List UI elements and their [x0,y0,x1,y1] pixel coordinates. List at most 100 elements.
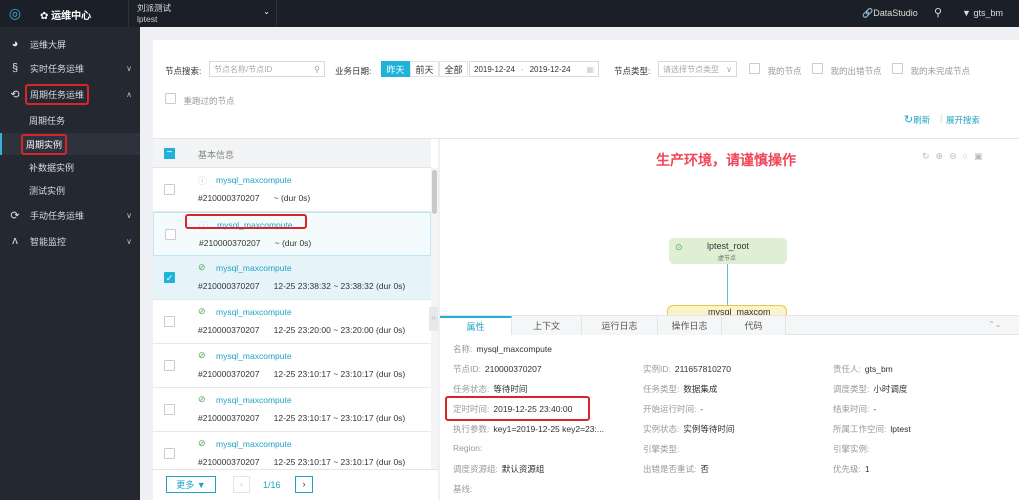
instance-name-link[interactable]: mysql_maxcompute [216,439,292,449]
detail-field: 实例状态: 实例等待时间 [643,423,734,435]
wrench-icon[interactable]: ⚲ [934,6,942,19]
sidebar-item-manual[interactable]: ⟳ 手动任务运维 ∨ [0,204,140,226]
sidebar-item-backfill-instance[interactable]: 补数据实例 [0,156,140,178]
zoom-out-icon[interactable]: ⊖ [949,151,963,161]
detail-field: 引擎实例: [833,443,873,455]
tab-code[interactable]: 代码 [722,316,786,335]
tab-run-log[interactable]: 运行日志 [582,316,658,335]
success-icon: ⊘ [198,394,206,404]
instance-name-link[interactable]: mysql_maxcompute [216,395,292,405]
table-row[interactable]: ✓ ⊘ mysql_maxcompute #210000370207 12-25… [153,256,431,300]
my-error-nodes-checkbox[interactable]: 我的出错节点 [812,63,882,77]
list-scrollbar[interactable] [431,168,438,500]
field-label: 优先级: [833,464,861,474]
graph-node-root[interactable]: ⊙ lptest_root 虚节点 [669,238,787,264]
chevron-down-icon: ∨ [126,63,132,73]
field-label: 调度资源组: [453,464,498,474]
detail-field: Region: [453,443,486,453]
table-row[interactable]: ⓘ mysql_maxcompute #210000370207 ~ (dur … [153,212,431,256]
logo-icon[interactable]: ◎ [0,0,30,27]
edge [727,264,728,306]
field-label: 任务类型: [643,384,680,394]
filter-panel: 节点搜索: 节点名称/节点ID ⚲ 业务日期: 昨天 前天 全部 2019-12-… [153,40,1019,139]
list-footer: 更多 ▼ ‹ 1/16 › [153,469,438,500]
row-checkbox[interactable] [164,404,175,415]
row-checkbox[interactable]: ✓ [164,272,175,283]
table-row[interactable]: ⊘ mysql_maxcompute #210000370207 12-25 2… [153,344,431,388]
highlight-box [185,214,307,229]
sidebar-item-realtime[interactable]: § 实时任务运维 ∨ [0,57,140,79]
table-row[interactable]: ⊘ mysql_maxcompute #210000370207 12-25 2… [153,388,431,432]
sidebar-item-cycle-instance[interactable]: 周期实例 [0,133,140,155]
my-unfinished-nodes-checkbox[interactable]: 我的未完成节点 [892,63,970,77]
user-name: gts_bm [973,8,1003,18]
page-indicator: 1/16 [263,480,281,490]
more-button[interactable]: 更多 ▼ [166,476,216,493]
fullscreen-icon[interactable]: ▣ [974,151,989,161]
panel-resize-handle[interactable]: ‹› [429,307,438,331]
pie-chart-icon: ◕ [11,38,19,50]
tab-properties[interactable]: 属性 [440,316,512,335]
success-icon: ⊘ [198,438,206,448]
search-icon[interactable]: ○ [963,151,974,161]
instance-name-link[interactable]: mysql_maxcompute [216,175,292,185]
field-label: 结束时间: [833,404,870,414]
expand-search-link[interactable]: 展开搜索 [946,114,980,126]
sidebar-item-test-instance[interactable]: 测试实例 [0,179,140,201]
field-label: Region: [453,443,483,453]
rerun-nodes-checkbox[interactable]: 重跑过的节点 [165,93,235,107]
tab-operation-log[interactable]: 操作日志 [658,316,722,335]
sidebar-item-monitor[interactable]: ʌ 智能监控 ∨ [0,230,140,252]
row-checkbox[interactable] [164,360,175,371]
prev-page-button[interactable]: ‹ [233,476,250,493]
field-value: key1=2019-12-25 key2=23:... [493,424,604,434]
node-type-select[interactable]: 请选择节点类型 ∨ [658,61,737,77]
monitor-icon: ʌ [12,235,18,247]
refresh-button[interactable]: ↻刷新 [904,113,930,126]
refresh-icon: ↻ [904,114,914,126]
detail-field: 任务类型: 数据集成 [643,383,717,395]
user-menu[interactable]: ▼ gts_bm [962,8,1003,18]
field-value: 211657810270 [674,364,731,374]
field-value: 否 [700,464,709,474]
next-page-button[interactable]: › [295,476,313,493]
date-yesterday-button[interactable]: 昨天 [381,61,410,77]
datastudio-link[interactable]: 🔗DataStudio [862,8,918,19]
detail-field: 执行参数: key1=2019-12-25 key2=23:... [453,423,604,435]
refresh-icon[interactable]: ↻ [922,151,936,161]
row-checkbox[interactable] [164,316,175,327]
field-value: 等待时间 [493,384,528,394]
instance-list: − 基本信息 ⓘ mysql_maxcompute #210000370207 … [153,139,438,500]
instance-info: #210000370207 12-25 23:10:17 ~ 23:10:17 … [198,457,406,467]
sidebar: ◕ 运维大屏 § 实时任务运维 ∨ ⟲ 周期任务运维 ∧ 周期任务 周期实例 补数据实例 … [0,27,140,500]
table-row[interactable]: ⊘ mysql_maxcompute #210000370207 12-25 2… [153,300,431,344]
instance-name-link[interactable]: mysql_maxcompute [216,307,292,317]
date-range-input[interactable]: 2019-12-24-2019-12-24 ▦ [469,61,599,77]
project-selector[interactable]: 刘派测试 lptest ⌄ [128,0,277,27]
row-checkbox[interactable] [164,184,175,195]
divider: | [940,113,943,123]
instance-name-link[interactable]: mysql_maxcompute [216,351,292,361]
date-daybefore-button[interactable]: 前天 [410,61,439,77]
sidebar-item-cycle-ops[interactable]: ⟲ 周期任务运维 ∧ [0,83,140,105]
date-label: 业务日期: [335,66,372,76]
row-checkbox[interactable] [164,448,175,459]
date-all-button[interactable]: 全部 [439,61,468,77]
zoom-in-icon[interactable]: ⊕ [936,151,950,161]
field-label: 执行参数: [453,424,490,434]
sidebar-item-cycle-task[interactable]: 周期任务 [0,109,140,131]
detail-field: 节点ID: 210000370207 [453,363,542,375]
search-input[interactable]: 节点名称/节点ID ⚲ [209,61,325,77]
instance-name-link[interactable]: mysql_maxcompute [216,263,292,273]
my-nodes-checkbox[interactable]: 我的节点 [749,63,802,77]
table-row[interactable]: ⓘ mysql_maxcompute #210000370207 ~ (dur … [153,168,431,212]
chevron-down-icon: ∨ [726,64,732,74]
tab-context[interactable]: 上下文 [512,316,582,335]
select-all-checkbox[interactable]: − [164,148,175,159]
row-checkbox[interactable] [165,229,176,240]
field-label: 实例ID: [643,364,671,374]
node-subtitle: 虚节点 [718,256,737,262]
sidebar-item-dashboard[interactable]: ◕ 运维大屏 [0,33,140,55]
chevron-down-icon: ∨ [126,210,132,220]
collapse-expand-icon[interactable]: ⌃⌄ [988,320,1001,329]
